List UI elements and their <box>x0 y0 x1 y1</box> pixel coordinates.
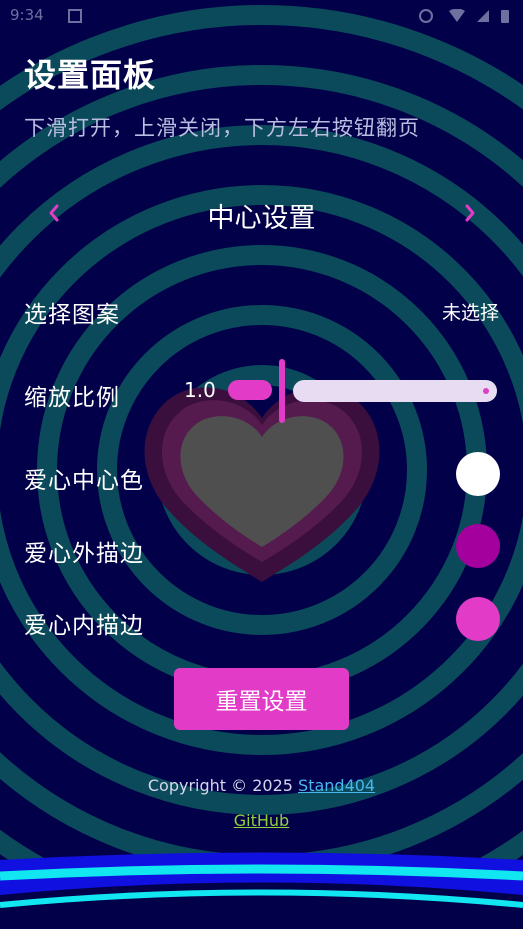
status-bar: 9:34 <box>0 0 523 34</box>
scale-slider-inactive-track[interactable] <box>293 380 497 402</box>
settings-panel: 9:34 设置面板 下滑打开，上滑关闭，下方左右按钮翻页 中心设置 选择图案 未… <box>0 0 523 929</box>
slider-stop-indicator <box>483 388 489 394</box>
pattern-selector[interactable]: 未选择 <box>442 298 499 325</box>
outer-stroke-swatch[interactable] <box>456 524 500 568</box>
next-page-button[interactable] <box>452 194 488 230</box>
copyright-line: Copyright © 2025 Stand404 <box>0 776 523 795</box>
outer-stroke-label: 爱心外描边 <box>24 541 144 567</box>
reset-settings-button[interactable]: 重置设置 <box>174 668 349 730</box>
chevron-right-icon <box>465 204 475 222</box>
panel-title: 设置面板 <box>24 56 157 94</box>
inner-stroke-label: 爱心内描边 <box>24 613 144 639</box>
data-saver-icon <box>418 8 433 23</box>
status-time: 9:34 <box>10 6 44 24</box>
cellular-icon <box>476 8 490 22</box>
battery-icon <box>500 8 510 23</box>
author-link[interactable]: Stand404 <box>298 776 375 795</box>
center-color-swatch[interactable] <box>456 452 500 496</box>
wifi-icon <box>448 8 466 22</box>
github-line: GitHub <box>0 811 523 830</box>
scale-slider-thumb[interactable] <box>279 359 285 423</box>
page-navigator: 中心设置 <box>0 192 523 236</box>
scale-slider-active-track[interactable] <box>228 380 272 400</box>
center-color-label: 爱心中心色 <box>24 468 144 494</box>
notification-icon <box>68 8 82 23</box>
github-link[interactable]: GitHub <box>234 811 289 830</box>
panel-subtitle: 下滑打开，上滑关闭，下方左右按钮翻页 <box>24 116 420 140</box>
scale-value: 1.0 <box>184 378 216 402</box>
pattern-label: 选择图案 <box>24 302 120 328</box>
page-title: 中心设置 <box>207 203 316 234</box>
inner-stroke-swatch[interactable] <box>456 597 500 641</box>
copyright-text: Copyright © 2025 <box>147 776 299 795</box>
scale-label: 缩放比例 <box>24 385 120 411</box>
